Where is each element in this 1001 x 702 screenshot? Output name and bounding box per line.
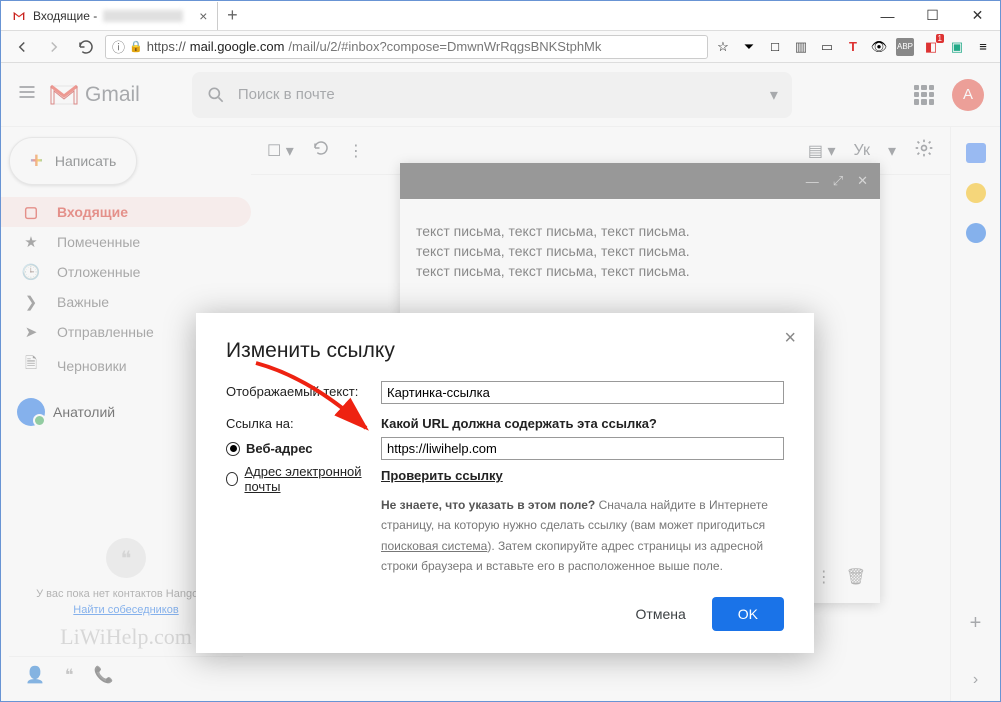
cancel-button[interactable]: Отмена: [624, 598, 698, 630]
window-minimize-button[interactable]: —: [865, 1, 910, 31]
ext-icon-1[interactable]: ⏷: [740, 38, 758, 56]
back-button[interactable]: [9, 34, 35, 60]
edit-link-dialog: × Изменить ссылку Отображаемый текст: Сс…: [196, 313, 814, 653]
ext-icon-eye[interactable]: 👁: [870, 38, 888, 56]
ext-icon-abp[interactable]: ABP: [896, 38, 914, 56]
radio-unselected-icon: [226, 472, 238, 486]
search-engine-link[interactable]: поисковая система: [381, 539, 487, 553]
browser-menu-icon[interactable]: ≡: [974, 38, 992, 56]
new-tab-button[interactable]: +: [218, 2, 246, 30]
ext-icon-badge[interactable]: ◧1: [922, 38, 940, 56]
forward-button[interactable]: [41, 34, 67, 60]
radio-selected-icon: [226, 442, 240, 456]
browser-titlebar: Входящие - × + — ☐ ✕: [1, 1, 1000, 31]
radio-email-address[interactable]: Адрес электронной почты: [226, 464, 381, 494]
extension-icons: ☆ ⏷ □ ▥ ▭ T 👁 ABP ◧1 ▣ ≡: [714, 38, 992, 56]
dialog-close-icon[interactable]: ×: [784, 327, 796, 350]
info-icon: ⓘ: [112, 37, 125, 56]
radio-web-address[interactable]: Веб-адрес: [226, 441, 381, 456]
ext-icon-t[interactable]: T: [844, 38, 862, 56]
reload-button[interactable]: [73, 34, 99, 60]
tab-title-blurred: [103, 10, 183, 22]
link-to-label: Ссылка на:: [226, 416, 381, 431]
url-input[interactable]: ⓘ 🔒 https://mail.google.com/mail/u/2/#in…: [105, 35, 708, 59]
display-text-label: Отображаемый текст:: [226, 381, 381, 404]
dialog-title: Изменить ссылку: [226, 339, 784, 363]
browser-tab[interactable]: Входящие - ×: [1, 2, 218, 30]
help-text: Не знаете, что указать в этом поле? Снач…: [381, 495, 784, 577]
gmail-favicon: [11, 8, 27, 24]
url-input-field[interactable]: [381, 437, 784, 460]
ok-button[interactable]: OK: [712, 597, 784, 631]
url-question-label: Какой URL должна содержать эта ссылка?: [381, 416, 784, 431]
lock-icon: 🔒: [129, 40, 143, 53]
window-close-button[interactable]: ✕: [955, 1, 1000, 31]
ext-icon-reader[interactable]: □: [766, 38, 784, 56]
browser-address-bar: ⓘ 🔒 https://mail.google.com/mail/u/2/#in…: [1, 31, 1000, 63]
tab-title: Входящие -: [33, 9, 97, 23]
check-link[interactable]: Проверить ссылку: [381, 468, 503, 483]
tab-close-icon[interactable]: ×: [199, 8, 207, 24]
ext-icon-library[interactable]: ▥: [792, 38, 810, 56]
display-text-input[interactable]: [381, 381, 784, 404]
ext-icon-book[interactable]: ▭: [818, 38, 836, 56]
window-maximize-button[interactable]: ☐: [910, 1, 955, 31]
ext-icon-cam[interactable]: ▣: [948, 38, 966, 56]
star-icon[interactable]: ☆: [714, 38, 732, 56]
